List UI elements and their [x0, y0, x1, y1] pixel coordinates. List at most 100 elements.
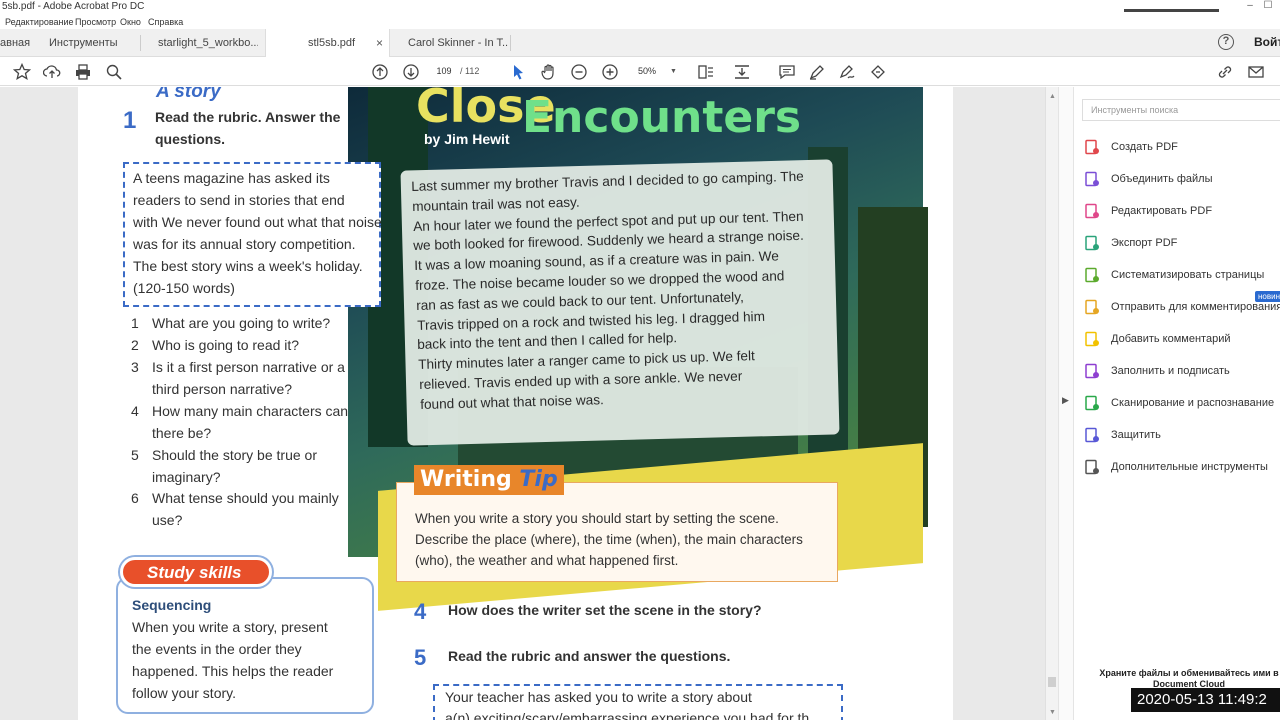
help-icon[interactable]: ?	[1218, 34, 1234, 50]
tool-label: Систематизировать страницы	[1111, 269, 1265, 281]
zoom-search-icon[interactable]	[104, 62, 124, 82]
page-number-input[interactable]: 109	[428, 63, 460, 80]
tool-label: Создать PDF	[1111, 141, 1178, 153]
study-skills-label: Study skills	[120, 557, 272, 587]
study-line: happened. This helps the reader	[132, 663, 334, 679]
zoom-level-select[interactable]: 50% ▼	[630, 63, 680, 80]
pdf-page: A story Close Encounters by Jim Hewit 1 …	[78, 87, 953, 720]
question-text: What tense should you mainly	[152, 490, 339, 506]
scroll-down-icon[interactable]: ▼	[1049, 709, 1056, 716]
tool-label: Объединить файлы	[1111, 173, 1213, 185]
tab-carol-skinner[interactable]: Carol Skinner - In T...	[408, 29, 508, 57]
tab-tools[interactable]: Инструменты	[49, 29, 139, 57]
writing-tip-label: Writing Tip	[414, 465, 564, 495]
menu-edit[interactable]: Редактирование	[5, 17, 74, 27]
rubric-line: was for its annual story competition.	[133, 236, 356, 252]
tools-panel: Инструменты поиска Создать PDF Объединить…	[1073, 87, 1280, 720]
tool-item[interactable]: Редактировать PDF	[1084, 202, 1212, 220]
draw-icon[interactable]	[837, 62, 857, 82]
email-icon[interactable]	[1246, 62, 1266, 82]
scrollbar-thumb[interactable]	[1048, 677, 1056, 687]
maximize-icon[interactable]: ☐	[1256, 0, 1280, 15]
tool-item[interactable]: Заполнить и подписать	[1084, 362, 1230, 380]
hand-tool-icon[interactable]	[539, 62, 559, 82]
tool-item[interactable]: Защитить	[1084, 426, 1161, 444]
tool-item[interactable]: Отправить для комментирования	[1084, 298, 1280, 316]
tool-item[interactable]: Объединить файлы	[1084, 170, 1213, 188]
tab-divider	[510, 35, 511, 51]
edit-pdf-icon	[1084, 203, 1100, 219]
vertical-scrollbar[interactable]: ▲ ▼	[1045, 87, 1058, 720]
question-number: 3	[131, 359, 139, 375]
document-viewport[interactable]: A story Close Encounters by Jim Hewit 1 …	[0, 87, 1058, 720]
tip-line: When you write a story you should start …	[415, 511, 779, 526]
send-comment-icon	[1084, 299, 1100, 315]
previous-page-icon[interactable]	[370, 62, 390, 82]
tab-home[interactable]: авная	[0, 29, 40, 57]
comment-icon[interactable]	[777, 62, 797, 82]
page-display-icon[interactable]	[696, 62, 716, 82]
highlight-pen-icon[interactable]	[807, 62, 827, 82]
tool-label: Добавить комментарий	[1111, 333, 1231, 345]
window-title: 5sb.pdf - Adobe Acrobat Pro DC	[2, 1, 145, 12]
tab-stl5sb[interactable]: stl5sb.pdf ×	[265, 29, 390, 58]
rubric-line: readers to send in stories that end	[133, 192, 345, 208]
link-share-icon[interactable]	[1215, 62, 1235, 82]
tab-divider	[140, 35, 141, 51]
sign-icon[interactable]	[868, 62, 888, 82]
question-number: 4	[131, 403, 139, 419]
toolbar: 109 / 112 50% ▼	[0, 57, 1280, 86]
question-text: Should the story be true or	[152, 447, 317, 463]
comment-icon	[1084, 331, 1100, 347]
question-text: third person narrative?	[152, 381, 293, 397]
question-text: use?	[152, 512, 183, 528]
question-text: Who is going to read it?	[152, 337, 300, 353]
question-text: imaginary?	[152, 469, 221, 485]
menu-view[interactable]: Просмотр	[75, 17, 116, 27]
organize-pages-icon	[1084, 267, 1100, 283]
tool-label: Отправить для комментирования	[1111, 301, 1280, 313]
tool-item[interactable]: Экспорт PDF	[1084, 234, 1177, 252]
task-number: 5	[414, 645, 427, 670]
question-text: Is it a first person narrative or a	[152, 359, 345, 375]
next-page-icon[interactable]	[401, 62, 421, 82]
more-tools-icon	[1084, 459, 1100, 475]
tool-item[interactable]: Добавить комментарий	[1084, 330, 1230, 348]
tool-item[interactable]: Дополнительные инструменты	[1084, 458, 1268, 476]
rubric-line: (120-150 words)	[133, 280, 235, 296]
tool-item[interactable]: Создать PDF	[1084, 138, 1178, 156]
export-pdf-icon	[1084, 235, 1100, 251]
close-tab-icon[interactable]: ×	[376, 29, 383, 57]
scroll-mode-icon[interactable]	[732, 62, 752, 82]
study-line: When you write a story, present	[132, 619, 328, 635]
print-icon[interactable]	[73, 62, 93, 82]
create-pdf-icon	[1084, 139, 1100, 155]
rubric-line: A teens magazine has asked its	[133, 170, 330, 186]
select-cursor-icon[interactable]	[508, 62, 528, 82]
study-heading: Sequencing	[132, 597, 212, 613]
scroll-up-icon[interactable]: ▲	[1049, 93, 1056, 100]
tab-bar: авная Инструменты starlight_5_workbo... …	[0, 29, 1280, 58]
zoom-in-icon[interactable]	[600, 62, 620, 82]
star-icon[interactable]	[12, 62, 32, 82]
section-heading: A story	[156, 87, 221, 102]
tool-label: Сканирование и распознавание	[1111, 397, 1275, 409]
rubric-line: Your teacher has asked you to write a st…	[445, 689, 752, 705]
panel-toggle[interactable]: ▶	[1058, 87, 1073, 720]
login-link[interactable]: Войт	[1254, 35, 1280, 49]
upload-icon[interactable]	[42, 62, 62, 82]
study-skills-box: Sequencing When you write a story, prese…	[116, 577, 374, 714]
title-bar: 5sb.pdf - Adobe Acrobat Pro DC – ☐	[0, 0, 1280, 15]
tool-item[interactable]: Систематизировать страницы	[1084, 266, 1264, 284]
tab-starlight-workbook[interactable]: starlight_5_workbo...	[158, 29, 258, 57]
tool-item[interactable]: Сканирование и распознавание	[1084, 394, 1274, 412]
combine-files-icon	[1084, 171, 1100, 187]
tool-search-input[interactable]: Инструменты поиска	[1082, 99, 1280, 121]
menu-window[interactable]: Окно	[120, 17, 141, 27]
menu-help[interactable]: Справка	[148, 17, 183, 27]
study-line: follow your story.	[132, 685, 236, 701]
rubric-line: a(n) exciting/scary/embarrassing experie…	[445, 710, 810, 720]
question-text: there be?	[152, 425, 212, 441]
writing-tip-box: When you write a story you should start …	[396, 482, 838, 582]
zoom-out-icon[interactable]	[569, 62, 589, 82]
